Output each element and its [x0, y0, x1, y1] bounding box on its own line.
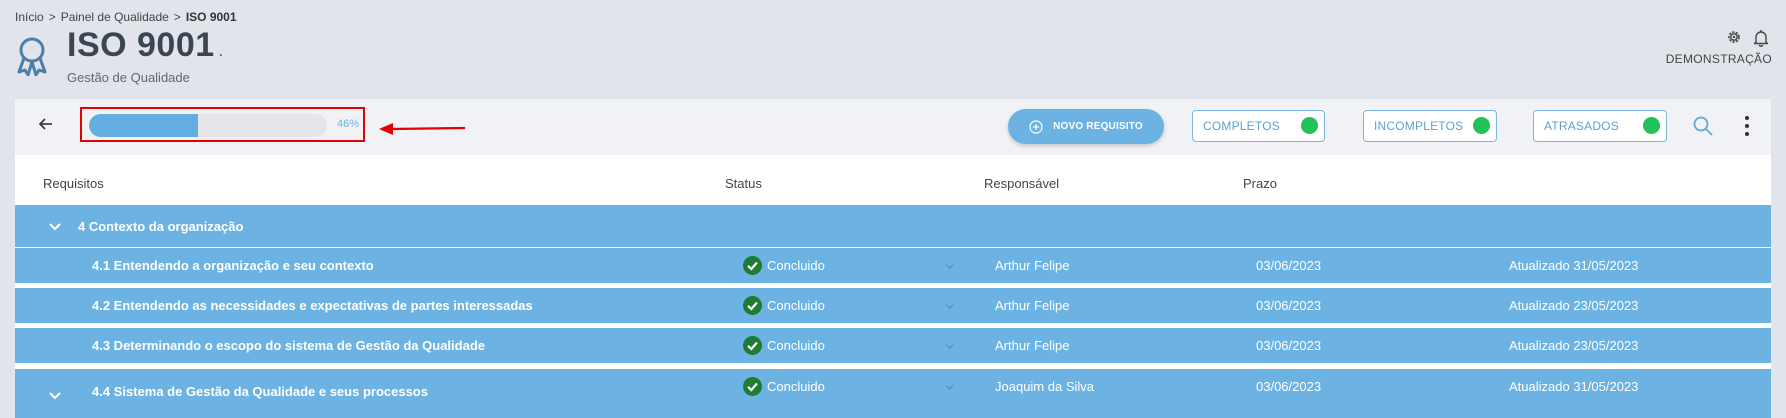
breadcrumb-separator: >	[173, 10, 181, 24]
toggle-completos-label: COMPLETOS	[1203, 119, 1280, 133]
chevron-down-icon[interactable]	[49, 222, 61, 232]
progress-bar-fill	[89, 114, 199, 137]
toggle-completos[interactable]: COMPLETOS	[1192, 110, 1325, 142]
page-title-text: ISO 9001	[67, 26, 215, 64]
page-title: ISO 9001.	[67, 26, 224, 65]
updated-date: Atualizado 31/05/2023	[1509, 379, 1639, 394]
deadline-date: 03/06/2023	[1256, 379, 1322, 394]
chevron-down-icon[interactable]	[49, 391, 61, 401]
status-label: Concluido	[767, 258, 825, 273]
group-title: 4 Contexto da organização	[78, 219, 244, 234]
breadcrumb-separator: >	[48, 10, 56, 24]
requirement-title: 4.3 Determinando o escopo do sistema de …	[92, 338, 485, 353]
responsible-name: Arthur Felipe	[995, 338, 1070, 353]
bell-icon[interactable]	[1753, 29, 1769, 47]
requirements-card: 46% NOVO REQUISITO COMPLETOS INCOMPLETOS…	[15, 99, 1771, 418]
award-icon	[17, 37, 47, 76]
breadcrumb-home[interactable]: Início	[15, 10, 44, 24]
column-prazo[interactable]: Prazo	[1243, 176, 1277, 191]
status-dropdown-icon[interactable]	[945, 263, 954, 270]
gear-icon[interactable]	[1726, 29, 1742, 45]
more-vertical-icon[interactable]	[1744, 115, 1750, 137]
check-circle-icon	[743, 296, 762, 315]
plus-circle-icon	[1029, 119, 1043, 134]
updated-date: Atualizado 23/05/2023	[1509, 338, 1639, 353]
responsible-name: Arthur Felipe	[995, 258, 1070, 273]
table-row[interactable]: 4.2 Entendendo as necessidades e expecta…	[15, 288, 1771, 323]
progress-highlight-box: 46%	[80, 107, 365, 142]
status-dropdown-icon[interactable]	[945, 384, 954, 391]
switch-knob	[1643, 117, 1660, 134]
responsible-name: Joaquim da Silva	[995, 379, 1094, 394]
breadcrumb-parent[interactable]: Painel de Qualidade	[61, 10, 169, 24]
check-circle-icon	[743, 336, 762, 355]
updated-date: Atualizado 31/05/2023	[1509, 258, 1639, 273]
toggle-atrasados[interactable]: ATRASADOS	[1533, 110, 1667, 142]
switch-completos[interactable]	[1301, 117, 1318, 134]
switch-atrasados[interactable]	[1642, 117, 1660, 134]
deadline-date: 03/06/2023	[1256, 298, 1322, 313]
progress-bar	[89, 114, 327, 137]
column-status[interactable]: Status	[725, 176, 762, 191]
progress-percent: 46%	[337, 118, 360, 130]
annotation-arrow	[379, 123, 466, 135]
status-dropdown-icon[interactable]	[945, 303, 954, 310]
toolbar: 46% NOVO REQUISITO COMPLETOS INCOMPLETOS…	[15, 99, 1771, 155]
status-label: Concluido	[767, 298, 825, 313]
deadline-date: 03/06/2023	[1256, 338, 1322, 353]
page-subtitle: Gestão de Qualidade	[67, 70, 190, 85]
column-requisitos[interactable]: Requisitos	[43, 176, 104, 191]
check-circle-icon	[743, 256, 762, 275]
requirement-title: 4.4 Sistema de Gestão da Qualidade e seu…	[92, 384, 428, 399]
breadcrumb: Início > Painel de Qualidade > ISO 9001	[15, 10, 237, 24]
toggle-incompletos-label: INCOMPLETOS	[1374, 119, 1464, 133]
group-row[interactable]: 4 Contexto da organização	[15, 205, 1771, 247]
status-label: Concluido	[767, 379, 825, 394]
responsible-name: Arthur Felipe	[995, 298, 1070, 313]
requirement-title: 4.1 Entendendo a organização e seu conte…	[92, 258, 374, 273]
new-requirement-button[interactable]: NOVO REQUISITO	[1008, 109, 1164, 144]
switch-knob	[1473, 117, 1490, 134]
requirement-title: 4.2 Entendendo as necessidades e expecta…	[92, 298, 533, 313]
check-circle-icon	[743, 377, 762, 396]
search-icon[interactable]	[1692, 115, 1714, 137]
table-header: Requisitos Status Responsável Prazo	[15, 155, 1771, 204]
toggle-incompletos[interactable]: INCOMPLETOS	[1363, 110, 1497, 142]
page-title-suffix: .	[218, 43, 224, 60]
breadcrumb-current: ISO 9001	[185, 10, 237, 24]
toggle-atrasados-label: ATRASADOS	[1544, 119, 1619, 133]
back-arrow-icon[interactable]	[37, 115, 55, 133]
table-row[interactable]: 4.1 Entendendo a organização e seu conte…	[15, 248, 1771, 283]
status-dropdown-icon[interactable]	[945, 343, 954, 350]
table-row[interactable]: 4.4 Sistema de Gestão da Qualidade e seu…	[15, 369, 1771, 418]
updated-date: Atualizado 23/05/2023	[1509, 298, 1639, 313]
table-row[interactable]: 4.3 Determinando o escopo do sistema de …	[15, 328, 1771, 363]
switch-incompletos[interactable]	[1473, 117, 1490, 134]
switch-knob	[1301, 117, 1318, 134]
status-label: Concluido	[767, 338, 825, 353]
deadline-date: 03/06/2023	[1256, 258, 1322, 273]
column-responsavel[interactable]: Responsável	[984, 176, 1059, 191]
new-requirement-label: NOVO REQUISITO	[1053, 121, 1143, 132]
user-name[interactable]: DEMONSTRAÇÃO	[1666, 52, 1772, 66]
